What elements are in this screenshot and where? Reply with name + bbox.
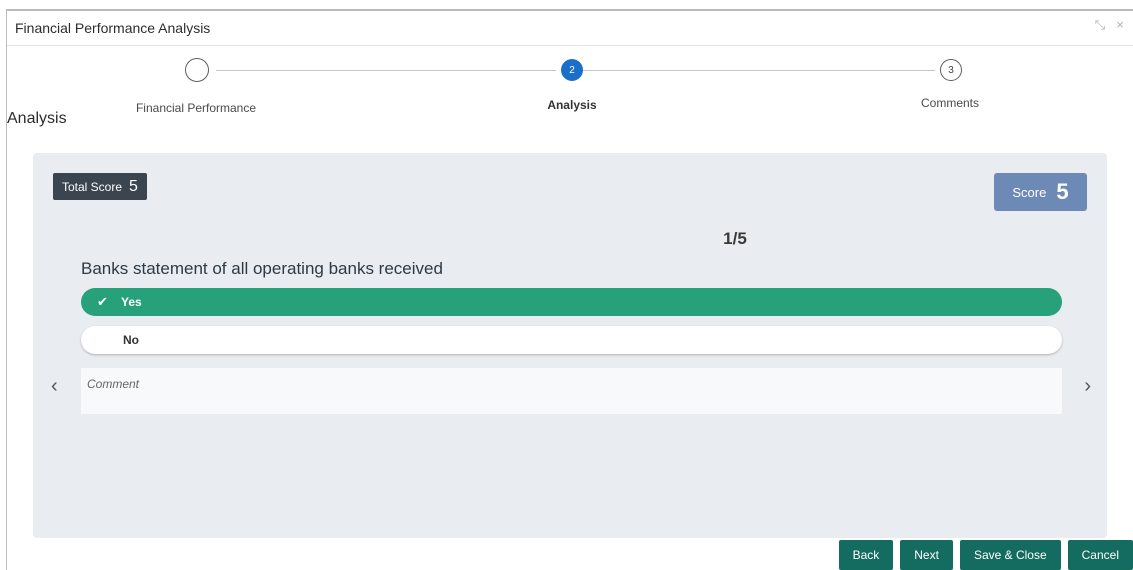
total-score-label: Total Score (62, 179, 123, 194)
question-counter: 1/5 (723, 229, 747, 248)
step-2-label[interactable]: Analysis (472, 98, 672, 112)
step-3-node[interactable]: 3 (940, 59, 962, 81)
option-yes[interactable]: ✔ Yes (81, 288, 1062, 316)
chevron-left-icon[interactable]: ‹ (51, 375, 58, 398)
step-1-label[interactable]: Financial Performance (96, 101, 296, 115)
score-label: Score (1012, 184, 1047, 200)
step-2-number: 2 (569, 64, 575, 76)
dialog-window: Financial Performance Analysis ⤡ × 2 3 F… (6, 9, 1133, 570)
checkmark-icon: ✔ (97, 294, 108, 309)
step-1-node[interactable] (185, 58, 209, 82)
save-close-button[interactable]: Save & Close (959, 540, 1061, 570)
total-score-badge: Total Score 5 (53, 173, 147, 200)
cancel-button[interactable]: Cancel (1067, 540, 1133, 570)
checklist-panel: Total Score 5 Score 5 1/5 Banks statemen… (33, 153, 1107, 538)
window-title: Financial Performance Analysis (15, 20, 211, 36)
total-score-value: 5 (129, 177, 138, 195)
progress-stepper: 2 3 Financial Performance Analysis Comme… (7, 46, 1133, 116)
option-no-label: No (123, 333, 139, 347)
window-controls: ⤡ × (1093, 17, 1127, 33)
close-icon[interactable]: × (1113, 17, 1127, 33)
section-heading: Analysis (7, 110, 67, 127)
option-yes-label: Yes (121, 295, 142, 309)
score-value: 5 (1056, 179, 1069, 204)
footer-actions: Back Next Save & Close Cancel (838, 540, 1133, 570)
step-connector (216, 70, 556, 71)
step-3-label[interactable]: Comments (850, 96, 1050, 110)
back-button[interactable]: Back (838, 540, 894, 570)
chevron-right-icon[interactable]: › (1084, 375, 1091, 398)
score-card: Score 5 (994, 173, 1087, 211)
step-connector (583, 70, 935, 71)
next-button[interactable]: Next (900, 540, 953, 570)
option-no[interactable]: No (81, 326, 1062, 354)
question-text: Banks statement of all operating banks r… (81, 259, 443, 278)
comment-field[interactable] (81, 368, 1062, 414)
minimize-icon[interactable]: ⤡ (1093, 17, 1107, 33)
step-2-node[interactable]: 2 (561, 59, 583, 81)
step-3-number: 3 (948, 64, 954, 76)
title-bar: Financial Performance Analysis ⤡ × (7, 11, 1133, 46)
